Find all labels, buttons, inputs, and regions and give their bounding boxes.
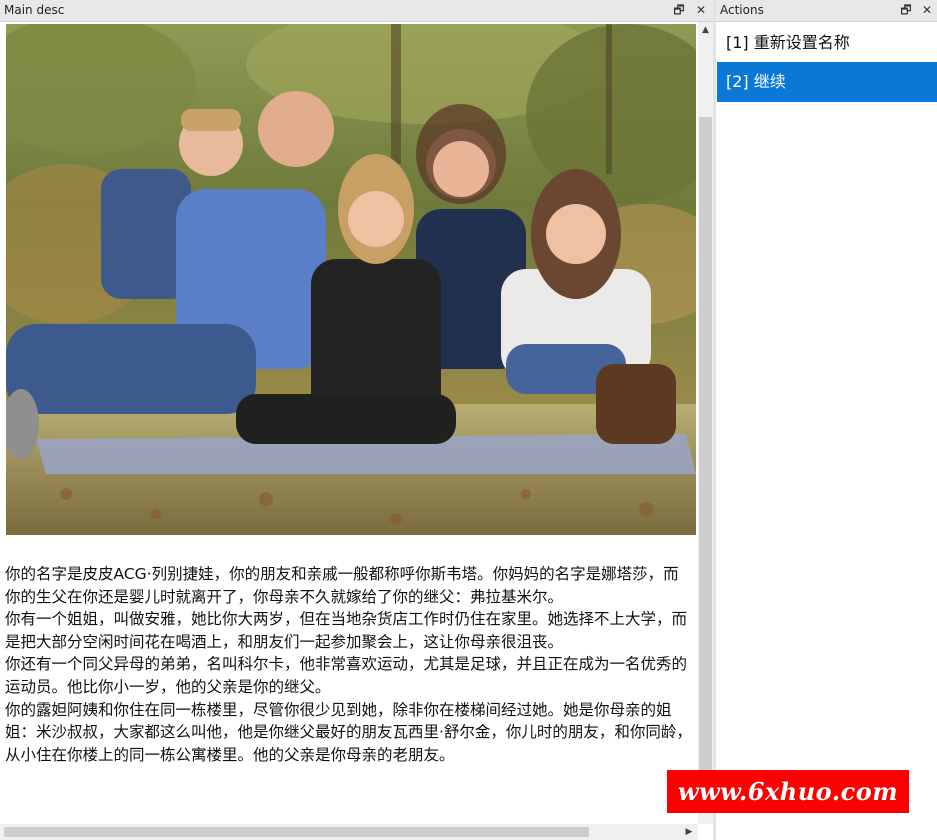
horizontal-scroll-thumb[interactable] [4,827,589,837]
actions-title: Actions [720,3,764,17]
description-paragraph: 你的露妲阿姨和你住在同一栋楼里，尽管你很少见到她，除非你在楼梯间经过她。她是你母… [5,700,692,764]
restore-icon[interactable]: 🗗 [897,0,915,21]
horizontal-scrollbar[interactable]: ▶ [0,824,698,840]
main-desc-titlebar: Main desc 🗗 ✕ [0,0,713,22]
action-item-continue[interactable]: [2] 继续 [717,62,937,102]
description-paragraph: 你的名字是皮皮ACG·列别捷娃，你的朋友和亲戚一般都称呼你斯韦塔。你妈妈的名字是… [5,565,679,606]
description-paragraph: 你有一个姐姐，叫做安雅，她比你大两岁，但在当地杂货店工作时仍住在家里。她选择不上… [5,610,688,651]
main-desc-title: Main desc [4,3,65,17]
restore-icon[interactable]: 🗗 [670,0,688,21]
family-photo [6,24,696,535]
main-desc-content: 你的名字是皮皮ACG·列别捷娃，你的朋友和亲戚一般都称呼你斯韦塔。你妈妈的名字是… [0,22,698,824]
description-text: 你的名字是皮皮ACG·列别捷娃，你的朋友和亲戚一般都称呼你斯韦塔。你妈妈的名字是… [5,563,693,766]
scroll-right-icon[interactable]: ▶ [682,824,696,840]
actions-panel: Actions 🗗 ✕ [1] 重新设置名称 [2] 继续 [716,0,937,840]
close-icon[interactable]: ✕ [918,0,936,21]
action-item-label: [2] 继续 [726,72,786,91]
description-paragraph: 你还有一个同父异母的弟弟，名叫科尔卡，他非常喜欢运动，尤其是足球，并且正在成为一… [5,655,688,696]
scroll-up-icon[interactable]: ▲ [698,22,713,38]
watermark: www.6xhuo.com [667,770,909,813]
vertical-scroll-thumb[interactable] [699,117,712,807]
vertical-scrollbar[interactable]: ▲ [698,22,713,824]
actions-titlebar: Actions 🗗 ✕ [716,0,937,22]
close-icon[interactable]: ✕ [692,0,710,21]
action-item-rename[interactable]: [1] 重新设置名称 [717,23,937,63]
action-item-label: [1] 重新设置名称 [726,33,850,52]
main-desc-panel: Main desc 🗗 ✕ 你的名字是皮皮ACG·列别捷娃，你的朋友和亲戚一般都… [0,0,713,840]
